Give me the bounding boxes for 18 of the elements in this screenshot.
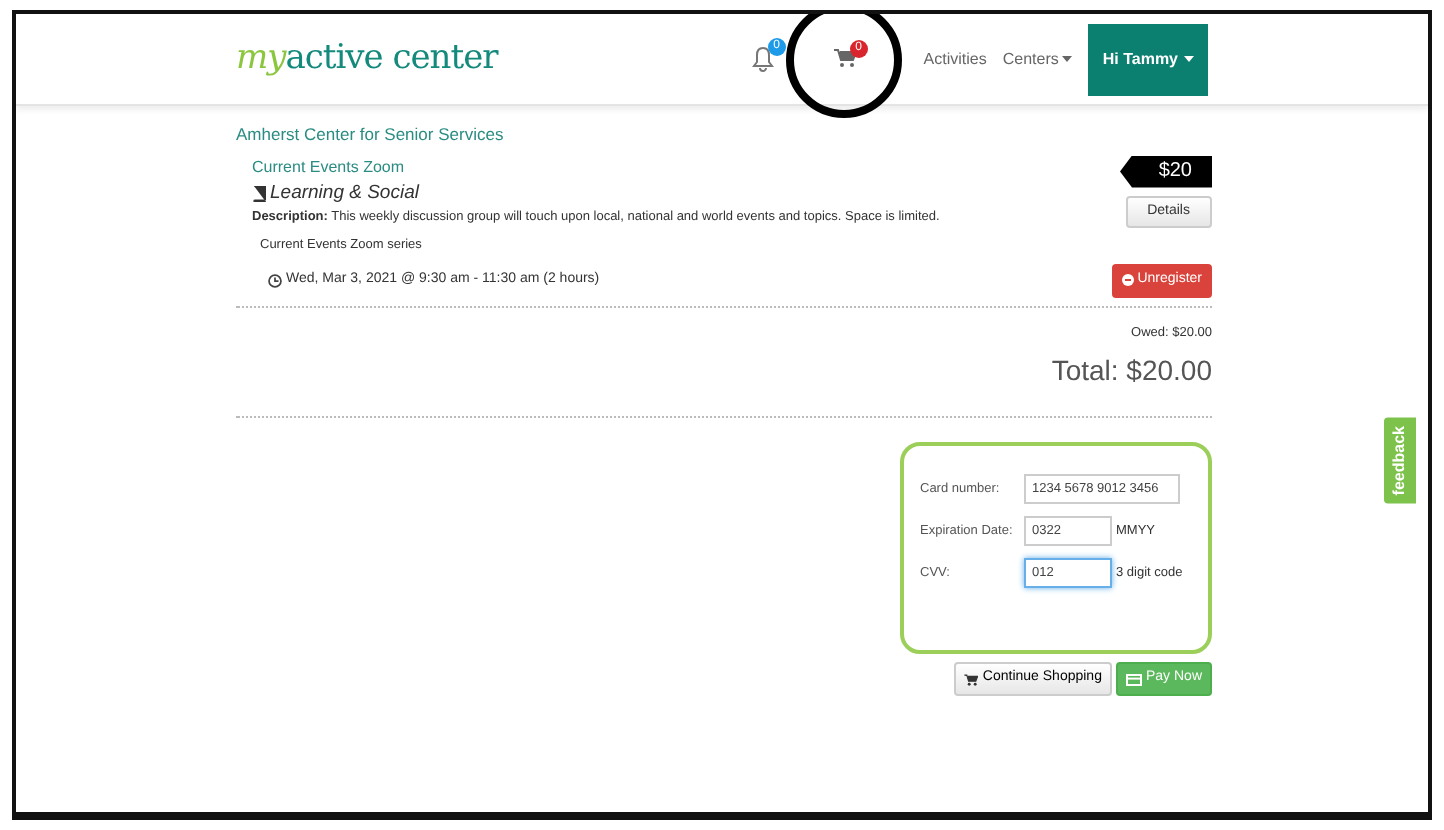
cart-icon[interactable] <box>833 48 856 69</box>
account-menu[interactable]: Hi Tammy <box>1088 23 1208 95</box>
nav-link[interactable]: Activities <box>923 47 987 71</box>
logo[interactable]: myactive center <box>236 33 498 85</box>
book-icon <box>252 185 266 202</box>
card-icon <box>1125 673 1142 685</box>
cart-icon <box>964 673 979 685</box>
total-amount: Total: $20.00 <box>1049 352 1212 391</box>
price-tag: $20 <box>1120 155 1212 188</box>
caret-icon <box>1184 56 1194 62</box>
activity-title[interactable]: Current Events Zoom <box>252 155 1120 180</box>
nav-dropdown[interactable]: Centers <box>1002 47 1073 71</box>
clock-icon <box>268 273 282 288</box>
caret-icon <box>1062 56 1073 62</box>
center-name[interactable]: Amherst Center for Senior Services <box>236 122 1212 148</box>
remove-icon <box>1121 274 1134 287</box>
category: Learning & Social <box>270 179 419 208</box>
bell-icon[interactable] <box>751 46 774 72</box>
